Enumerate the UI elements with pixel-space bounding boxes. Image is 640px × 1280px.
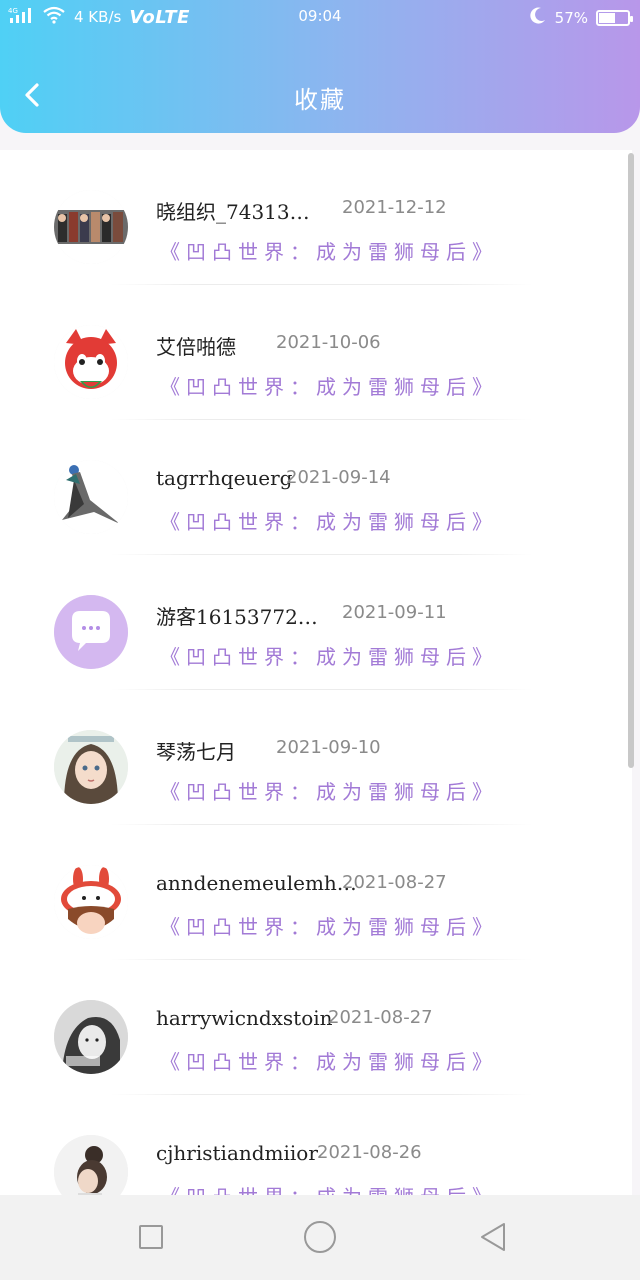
- favorite-date: 2021-12-12: [342, 197, 447, 218]
- book-title-link[interactable]: 《凹凸世界：成为雷狮母后》: [160, 641, 498, 670]
- book-title-link[interactable]: 《凹凸世界：成为雷狮母后》: [160, 371, 498, 400]
- favorite-date: 2021-09-11: [342, 602, 447, 623]
- battery-fill: [599, 13, 615, 23]
- scrollbar[interactable]: [628, 153, 634, 768]
- bw-portrait-avatar[interactable]: [54, 1000, 128, 1074]
- book-title-link[interactable]: 《凹凸世界：成为雷狮母后》: [160, 1046, 498, 1075]
- user-name: 琴荡七月: [156, 740, 236, 764]
- user-name: 游客16153772…: [156, 605, 318, 629]
- favorite-date: 2021-10-06: [276, 332, 381, 353]
- book-title-link[interactable]: 《凹凸世界：成为雷狮母后》: [160, 236, 498, 265]
- list-item[interactable]: 晓组织_74313… 2021-12-12 《凹凸世界：成为雷狮母后》: [0, 150, 632, 285]
- favorite-date: 2021-08-26: [317, 1142, 422, 1163]
- list-item[interactable]: 艾倍啪德 2021-10-06 《凹凸世界：成为雷狮母后》: [0, 285, 632, 420]
- user-name: tagrrhqeuerg: [156, 466, 293, 490]
- list-item[interactable]: anndenemeulemh… 2021-08-27 《凹凸世界：成为雷狮母后》: [0, 825, 632, 960]
- list-item[interactable]: 琴荡七月 2021-09-10 《凹凸世界：成为雷狮母后》: [0, 690, 632, 825]
- red-fox-avatar[interactable]: [54, 325, 128, 399]
- home-button[interactable]: [304, 1221, 336, 1253]
- chat-bubble-avatar[interactable]: [54, 595, 128, 669]
- hair-bun-avatar[interactable]: [54, 1135, 128, 1195]
- favorite-date: 2021-09-10: [276, 737, 381, 758]
- book-title-link[interactable]: 《凹凸世界：成为雷狮母后》: [160, 776, 498, 805]
- group-photo-avatar[interactable]: [54, 190, 128, 264]
- bunny-doll-avatar[interactable]: [54, 865, 128, 939]
- user-name: 艾倍啪德: [156, 335, 236, 359]
- recent-apps-button[interactable]: [139, 1225, 163, 1249]
- moon-icon: [527, 6, 547, 30]
- battery-percent: 57%: [554, 9, 588, 27]
- user-name: cjhristiandmiior: [156, 1141, 318, 1165]
- favorite-date: 2021-08-27: [342, 872, 447, 893]
- list-item[interactable]: cjhristiandmiior2021-08-26 《凹凸世界：成为雷狮母后》: [0, 1095, 632, 1195]
- user-name: 晓组织_74313…: [156, 200, 310, 224]
- battery-icon: [596, 10, 633, 26]
- book-title-link[interactable]: 《凹凸世界：成为雷狮母后》: [160, 506, 498, 535]
- book-title-link[interactable]: 《凹凸世界：成为雷狮母后》: [160, 911, 498, 940]
- book-title-link[interactable]: 《凹凸世界：成为雷狮母后》: [160, 1181, 498, 1195]
- triangle-back-icon: [481, 1223, 505, 1251]
- favorite-date: 2021-09-14: [286, 467, 391, 488]
- favorites-list: 晓组织_74313… 2021-12-12 《凹凸世界：成为雷狮母后》 艾倍啪德 202…: [0, 150, 632, 1195]
- page-title: 收藏: [294, 86, 346, 114]
- favorite-date: 2021-08-27: [328, 1007, 433, 1028]
- status-bar: 4G 4 KB/s VoLTE 09:04 57%: [0, 0, 640, 34]
- ink-figure-avatar[interactable]: [54, 460, 128, 534]
- system-nav-bar: [0, 1195, 640, 1280]
- list-item[interactable]: harrywicndxstoin 2021-08-27 《凹凸世界：成为雷狮母后》: [0, 960, 632, 1095]
- app-header: 4G 4 KB/s VoLTE 09:04 57% 收藏: [0, 0, 640, 133]
- anime-girl-avatar[interactable]: [54, 730, 128, 804]
- user-name: anndenemeulemh…: [156, 871, 357, 895]
- user-name: harrywicndxstoin: [156, 1006, 333, 1030]
- back-nav-button[interactable]: [478, 1221, 508, 1257]
- list-item[interactable]: tagrrhqeuerg 2021-09-14 《凹凸世界：成为雷狮母后》: [0, 420, 632, 555]
- list-item[interactable]: 游客16153772… 2021-09-11 《凹凸世界：成为雷狮母后》: [0, 555, 632, 690]
